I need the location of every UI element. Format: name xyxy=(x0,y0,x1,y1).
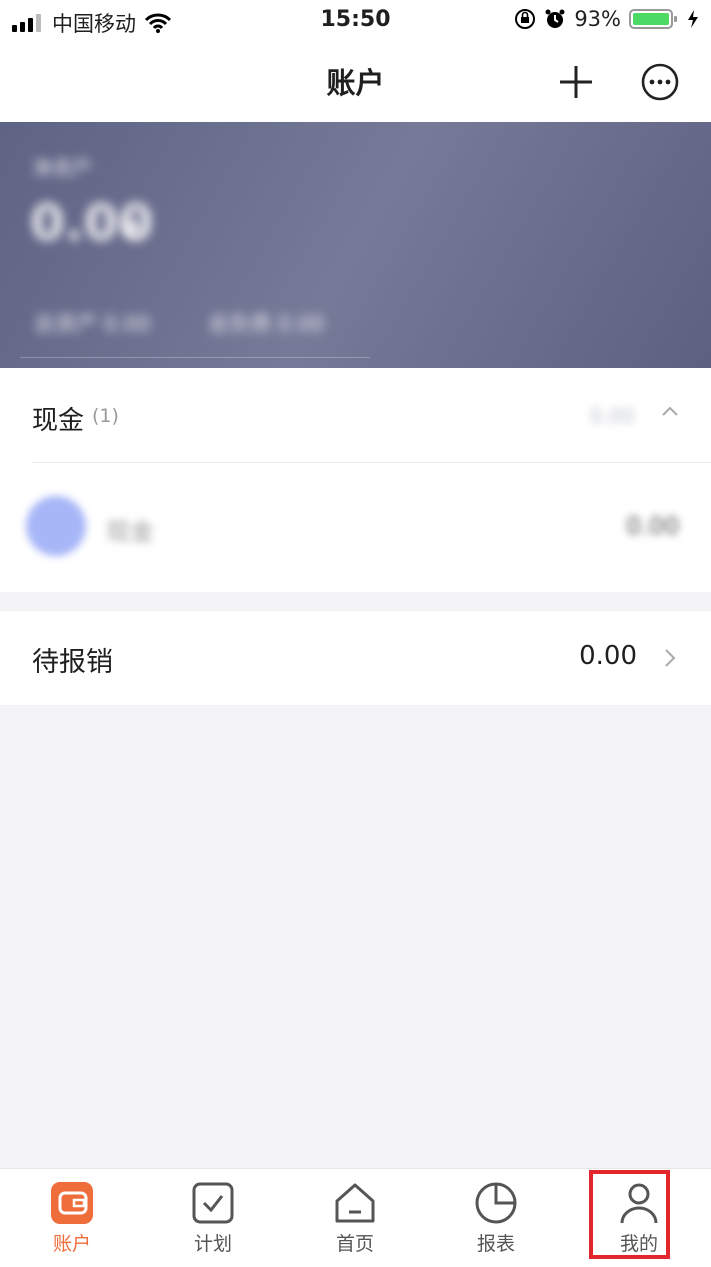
wallet-icon xyxy=(51,1182,93,1224)
tab-label: 计划 xyxy=(193,1233,232,1255)
account-group-cash: 现金 (1) 0.00 现金 0.00 xyxy=(0,368,711,592)
total-assets-stat: 总资产 0.00 xyxy=(34,312,151,336)
pie-chart-icon xyxy=(475,1182,517,1224)
group-count: (1) xyxy=(92,405,119,427)
chevron-up-icon[interactable] xyxy=(660,402,680,422)
tab-home[interactable]: 首页 xyxy=(305,1181,405,1256)
tab-label: 报表 xyxy=(476,1233,515,1255)
tab-plan[interactable]: 计划 xyxy=(163,1181,263,1256)
net-asset-label: 净资产 xyxy=(32,156,92,180)
battery-percent: 93% xyxy=(574,7,621,31)
group-total: 0.00 xyxy=(590,404,635,428)
chevron-right-icon xyxy=(665,649,676,667)
highlight-box xyxy=(589,1170,670,1259)
total-liabilities-stat: 总负债 0.00 xyxy=(208,312,325,336)
group-divider xyxy=(32,462,711,463)
page-title: 账户 xyxy=(326,66,385,100)
account-avatar xyxy=(26,496,86,556)
tab-label: 首页 xyxy=(335,1233,374,1255)
pending-label: 待报销 xyxy=(32,647,113,678)
checkbox-icon xyxy=(192,1182,234,1224)
alarm-icon xyxy=(545,9,565,28)
charging-icon xyxy=(688,10,698,28)
account-name: 现金 xyxy=(106,518,154,546)
eye-icon[interactable]: ◉ xyxy=(122,212,143,240)
status-bar: 中国移动 15:50 93% xyxy=(0,0,711,42)
account-amount: 0.00 xyxy=(626,512,680,540)
orientation-lock-icon xyxy=(515,9,536,29)
group-title[interactable]: 现金 xyxy=(32,400,84,437)
tab-reports[interactable]: 报表 xyxy=(446,1181,546,1256)
pending-reimbursement-row[interactable]: 待报销 0.00 xyxy=(0,611,711,705)
tab-label: 账户 xyxy=(52,1233,91,1255)
asset-summary-card[interactable]: 净资产 0.00 ◉ 总资产 0.00 总负债 0.00 xyxy=(0,122,711,368)
pending-amount: 0.00 xyxy=(579,641,637,671)
more-icon[interactable] xyxy=(640,62,680,102)
plus-icon[interactable] xyxy=(556,62,596,102)
battery-icon xyxy=(629,9,677,29)
nav-bar: 账户 xyxy=(0,42,711,122)
home-icon xyxy=(335,1183,375,1223)
tab-accounts[interactable]: 账户 xyxy=(22,1181,122,1256)
status-right: 93% xyxy=(514,7,699,31)
banner-divider xyxy=(20,357,370,358)
